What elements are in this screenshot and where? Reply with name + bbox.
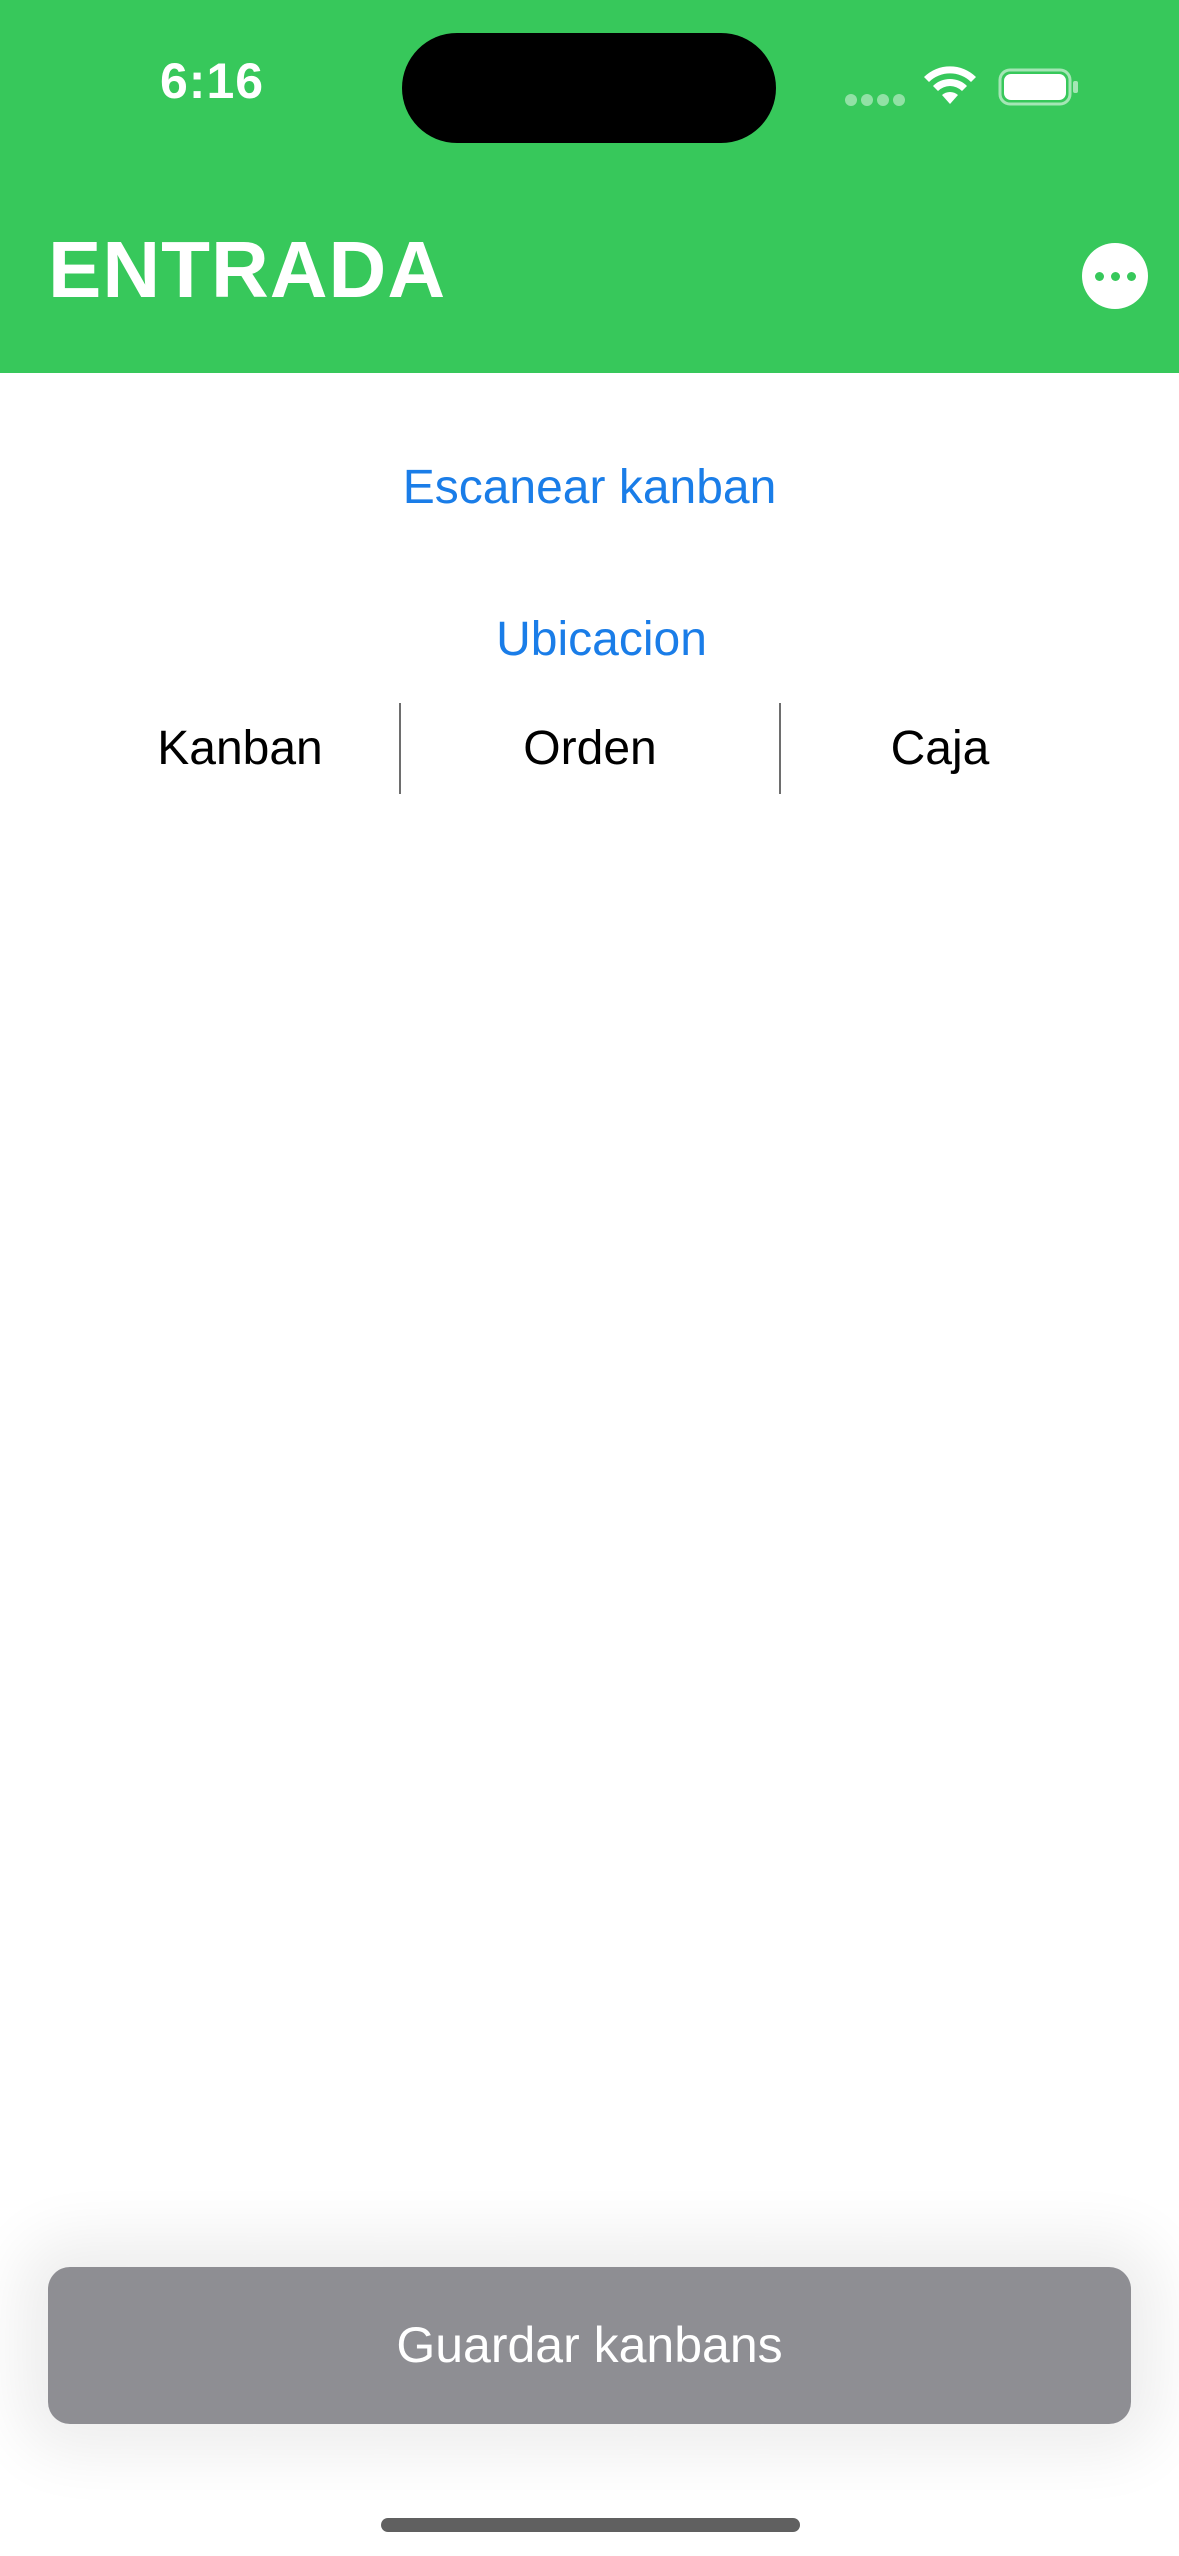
battery-icon <box>998 68 1078 106</box>
more-options-button[interactable] <box>1082 243 1148 309</box>
status-time: 6:16 <box>160 53 265 109</box>
page-title: ENTRADA <box>48 225 447 314</box>
home-indicator[interactable] <box>381 2518 800 2532</box>
wifi-icon <box>924 66 976 104</box>
cellular-signal-icon <box>845 94 907 106</box>
column-divider <box>779 703 781 794</box>
column-header-kanban: Kanban <box>157 722 323 775</box>
dynamic-island <box>402 33 776 143</box>
column-header-orden: Orden <box>523 722 657 775</box>
column-header-caja: Caja <box>890 722 990 775</box>
save-kanbans-button[interactable]: Guardar kanbans <box>48 2267 1131 2424</box>
location-button[interactable]: Ubicacion <box>12 616 1179 664</box>
nav-header: 6:16 ENTRADA <box>0 0 1179 373</box>
ellipsis-circle-icon <box>1095 272 1104 281</box>
column-divider <box>399 703 401 794</box>
scan-kanban-button[interactable]: Escanear kanban <box>0 464 1179 512</box>
